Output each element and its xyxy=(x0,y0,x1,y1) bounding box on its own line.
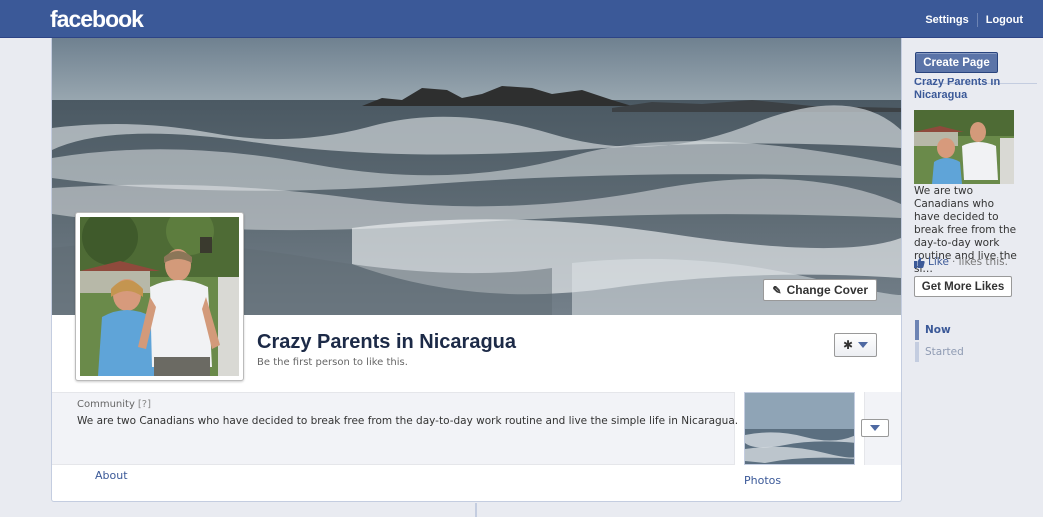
ad-title-text: Crazy Parents in Nicaragua xyxy=(914,78,1001,101)
top-links-divider xyxy=(976,13,978,27)
pencil-icon: ✎ xyxy=(772,284,782,297)
profile-picture[interactable] xyxy=(75,212,244,381)
page-settings-menu-button[interactable]: ✱ xyxy=(834,333,877,357)
like-prompt: Be the first person to like this. xyxy=(257,357,408,368)
photos-link[interactable]: Photos xyxy=(744,474,781,487)
ad-like-link[interactable]: Like xyxy=(928,256,949,268)
ad-image[interactable] xyxy=(914,110,1014,184)
chevron-down-icon xyxy=(858,342,869,348)
change-cover-label: Change Cover xyxy=(786,283,868,297)
scrubber-item-started[interactable]: Started xyxy=(915,341,964,363)
page-title: Crazy Parents in Nicaragua xyxy=(257,331,516,353)
top-bar: facebook Settings Logout xyxy=(0,0,1043,38)
settings-link[interactable]: Settings xyxy=(925,14,968,26)
create-page-button[interactable]: Create Page xyxy=(915,52,998,73)
logout-link[interactable]: Logout xyxy=(986,14,1023,26)
ad-title-link[interactable]: Crazy Parents in Nicaragua xyxy=(914,78,1024,104)
page-description: We are two Canadians who have decided to… xyxy=(77,415,739,427)
get-more-likes-button[interactable]: Get More Likes xyxy=(914,276,1012,297)
expand-apps-button[interactable] xyxy=(861,419,889,437)
chevron-down-icon xyxy=(870,425,880,431)
timeline-scrubber: Now Started xyxy=(915,319,964,363)
photos-thumbnail[interactable] xyxy=(744,392,855,465)
change-cover-button[interactable]: ✎ Change Cover xyxy=(763,279,877,301)
gear-icon: ✱ xyxy=(842,338,854,352)
thumbs-up-icon xyxy=(914,257,925,268)
timeline-spine xyxy=(475,503,477,517)
scrubber-item-now[interactable]: Now xyxy=(915,319,964,341)
category-label: Community xyxy=(77,399,135,410)
page-category: Community [?] xyxy=(77,399,151,410)
ad-like-row: Like · likes this. xyxy=(914,256,1008,268)
top-links: Settings Logout xyxy=(925,13,1023,27)
timeline: ✎ Change Cover Crazy Parents in Nicaragu… xyxy=(51,38,902,502)
right-sidebar: Create Page Crazy Parents in Nicaragua W… xyxy=(903,38,1043,517)
about-link[interactable]: About xyxy=(95,469,128,482)
ad-like-count-text: · likes this. xyxy=(951,256,1008,268)
about-box: Community [?] We are two Canadians who ha… xyxy=(52,392,739,465)
category-help-link[interactable]: [?] xyxy=(138,399,151,410)
facebook-logo[interactable]: facebook xyxy=(50,6,144,33)
